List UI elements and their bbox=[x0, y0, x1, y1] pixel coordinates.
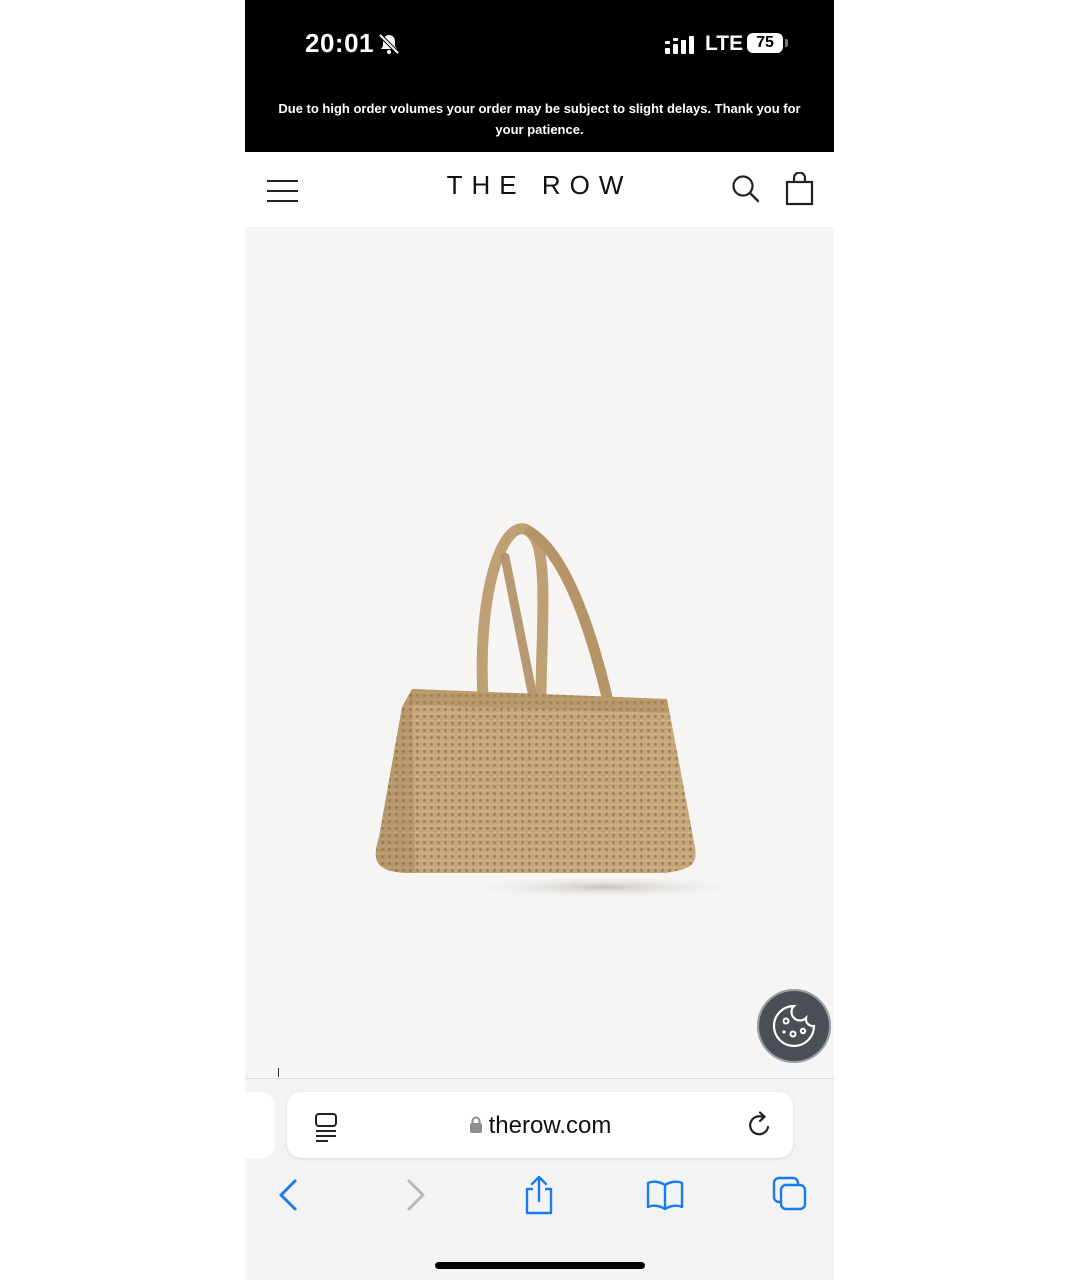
carousel-indicator bbox=[278, 1068, 279, 1077]
signal-icon bbox=[665, 36, 694, 54]
address-bar[interactable]: therow.com bbox=[287, 1092, 793, 1158]
bookmarks-icon[interactable] bbox=[645, 1175, 685, 1215]
cookie-icon bbox=[772, 1004, 816, 1048]
battery-icon: 75 bbox=[747, 33, 783, 53]
url-display[interactable]: therow.com bbox=[287, 1112, 793, 1140]
tote-bag-image bbox=[375, 523, 725, 897]
share-icon[interactable] bbox=[523, 1175, 555, 1215]
status-and-banner: 20:01 LTE 75 Due to high order volumes y… bbox=[245, 0, 834, 152]
battery-nub bbox=[785, 39, 788, 47]
product-image[interactable] bbox=[245, 227, 834, 1078]
site-header: THE ROW bbox=[245, 152, 834, 227]
safari-nav-bar bbox=[245, 1175, 834, 1219]
back-icon[interactable] bbox=[275, 1175, 301, 1215]
forward-icon[interactable] bbox=[403, 1175, 429, 1215]
lock-icon bbox=[469, 1116, 482, 1133]
safari-toolbar: therow.com bbox=[245, 1078, 834, 1280]
search-icon[interactable] bbox=[731, 174, 761, 204]
phone-screen: 20:01 LTE 75 Due to high order volumes y… bbox=[245, 0, 834, 1280]
delay-notice-banner: Due to high order volumes your order may… bbox=[278, 101, 801, 137]
reload-icon[interactable] bbox=[747, 1111, 773, 1139]
previous-tab-edge[interactable] bbox=[245, 1092, 275, 1158]
tabs-icon[interactable] bbox=[771, 1175, 809, 1215]
shopping-bag-icon[interactable] bbox=[785, 172, 815, 206]
cookie-settings-button[interactable] bbox=[757, 989, 831, 1063]
network-type: LTE bbox=[705, 32, 744, 55]
silent-bell-icon bbox=[378, 33, 400, 55]
home-indicator[interactable] bbox=[435, 1262, 645, 1269]
url-text: therow.com bbox=[488, 1112, 612, 1139]
status-time: 20:01 bbox=[305, 28, 374, 58]
